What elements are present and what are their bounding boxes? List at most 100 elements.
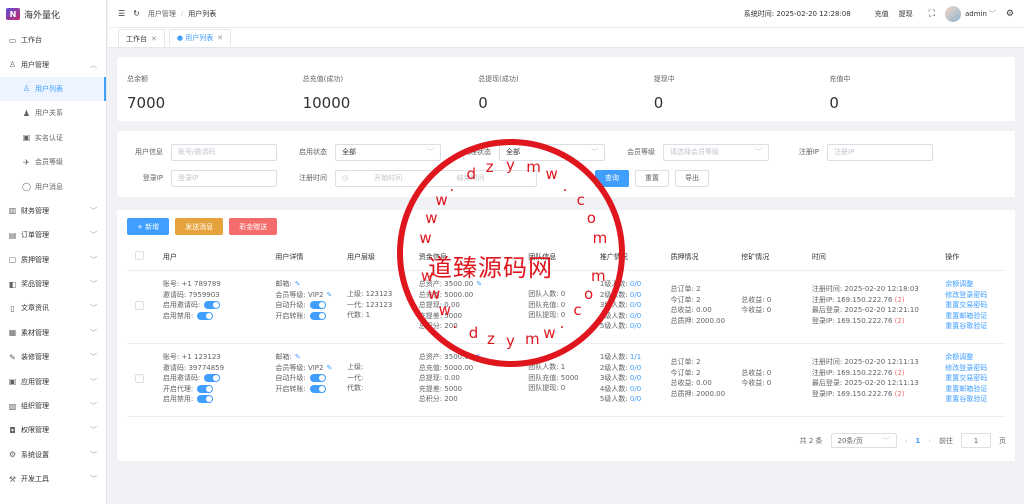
reg-ip-input[interactable]: 注册IP	[827, 143, 933, 161]
promo-link[interactable]: 0/0	[630, 394, 641, 405]
chevron-down-icon: ﹀	[90, 475, 97, 484]
sidebar-item-apps[interactable]: ▣ 应用管理 ﹀	[0, 369, 106, 393]
edit-icon[interactable]: ✎	[476, 279, 482, 290]
sidebar-item-org[interactable]: ▧ 组织管理 ﹀	[0, 394, 106, 418]
row-checkbox[interactable]	[135, 374, 144, 383]
sidebar-item-real-name[interactable]: ▣ 实名认证	[0, 126, 106, 150]
goto-input[interactable]: 1	[961, 433, 991, 448]
promo-link[interactable]: 0/0	[630, 311, 641, 322]
reset-trade-pwd-link[interactable]: 重置交易密码	[945, 300, 1005, 311]
user-name[interactable]: admin	[965, 10, 987, 18]
member-level-select[interactable]: 请选择会员等级 ﹀	[663, 143, 769, 161]
org-icon: ▧	[8, 401, 17, 411]
promo-link[interactable]: 0/0	[630, 290, 641, 301]
sidebar-item-prize[interactable]: ◧ 奖品管理 ﹀	[0, 272, 106, 296]
settings-icon[interactable]: ⚙	[1006, 9, 1014, 19]
page-unit: 页	[999, 436, 1006, 445]
prev-page-icon[interactable]: ‹	[905, 437, 908, 445]
pagination: 共 2 条 20条/页 ﹀ ‹ 1 › 前往 1 页	[800, 433, 1006, 448]
invite-code-toggle[interactable]	[204, 374, 221, 383]
send-message-button[interactable]: 发送消息	[175, 218, 224, 235]
reset-email-link[interactable]: 重置邮箱验证	[945, 311, 1005, 322]
promo-link[interactable]: 0/0	[630, 300, 641, 311]
wallet-icon: ▢	[8, 255, 17, 265]
tags-bar: 工作台 ✕ ● 用户列表 ✕	[108, 28, 1024, 48]
sidebar-item-user-list[interactable]: ♙ 用户列表	[0, 76, 106, 102]
edit-icon[interactable]: ✎	[295, 352, 301, 363]
enable-toggle[interactable]	[197, 311, 214, 320]
close-icon[interactable]: ✕	[151, 35, 157, 43]
top-bar: ☰ ↻ 用户管理 / 用户列表 系统时间: 2025-02-20 12:28:08 …	[108, 0, 1024, 28]
chevron-down-icon: ﹀	[90, 231, 97, 240]
sidebar-item-dashboard[interactable]: ▭ 工作台	[0, 28, 106, 52]
auto-upgrade-toggle[interactable]	[309, 374, 326, 383]
chevron-down-icon[interactable]: ﹀	[989, 9, 996, 19]
sidebar-item-devtools[interactable]: ⚒ 开发工具 ﹀	[0, 467, 106, 491]
reset-email-link[interactable]: 重置邮箱验证	[945, 384, 1005, 395]
agent-toggle[interactable]	[197, 384, 214, 393]
gift-bonus-button[interactable]: 彩金赠送	[229, 218, 278, 235]
invite-code-toggle[interactable]	[204, 301, 221, 310]
promo-link[interactable]: 0/0	[630, 363, 641, 374]
refresh-icon[interactable]: ↻	[133, 9, 140, 18]
user-info-input[interactable]: 账号/邀请码	[171, 143, 277, 161]
transfer-toggle[interactable]	[309, 311, 326, 320]
tab-dashboard[interactable]: 工作台 ✕	[118, 29, 165, 47]
sidebar-item-user-mgmt[interactable]: ♙ 用户管理 ︿	[0, 52, 106, 76]
recharge-link[interactable]: 充值	[875, 9, 889, 19]
sidebar-item-user-relation[interactable]: ♟ 用户关系	[0, 101, 106, 125]
edit-icon[interactable]: ✎	[476, 352, 482, 363]
balance-adjust-link[interactable]: 余额调整	[945, 279, 1005, 290]
promo-link[interactable]: 1/1	[630, 352, 641, 363]
promo-link[interactable]: 0/0	[630, 321, 641, 332]
row-checkbox[interactable]	[135, 301, 144, 310]
reset-google-link[interactable]: 重置谷歌验证	[945, 321, 1005, 332]
select-all-checkbox[interactable]	[135, 251, 144, 260]
withdraw-link[interactable]: 提现	[899, 9, 913, 19]
close-icon[interactable]: ✕	[217, 34, 223, 42]
sidebar-item-material[interactable]: ▦ 素材管理 ﹀	[0, 321, 106, 345]
next-page-icon[interactable]: ›	[928, 437, 931, 445]
clock-icon: ◷	[342, 174, 349, 182]
promo-link[interactable]: 0/0	[630, 373, 641, 384]
sidebar-item-user-message[interactable]: ◯ 用户消息	[0, 174, 106, 198]
sidebar-item-articles[interactable]: ▯ 文章资讯 ﹀	[0, 296, 106, 320]
reg-time-range[interactable]: ◷ 开始时间 - 结束时间	[335, 169, 537, 187]
enable-toggle[interactable]	[197, 395, 214, 404]
promo-link[interactable]: 0/0	[630, 279, 641, 290]
sidebar-item-pledge[interactable]: ▢ 质押管理 ﹀	[0, 248, 106, 272]
edit-icon[interactable]: ✎	[326, 290, 332, 301]
status-select[interactable]: 全部 ﹀	[335, 143, 441, 161]
sidebar-item-permission[interactable]: ◘ 权限管理 ﹀	[0, 418, 106, 442]
avatar[interactable]	[944, 6, 961, 22]
reset-trade-pwd-link[interactable]: 重置交易密码	[945, 373, 1005, 384]
menu-fold-icon[interactable]: ☰	[118, 9, 125, 18]
edit-icon[interactable]: ✎	[295, 279, 301, 290]
change-login-pwd-link[interactable]: 修改登录密码	[945, 363, 1005, 374]
sidebar-item-decoration[interactable]: ✎ 装修管理 ﹀	[0, 345, 106, 369]
agent-select[interactable]: 全部 ﹀	[499, 143, 605, 161]
transfer-toggle[interactable]	[309, 384, 326, 393]
login-ip-input[interactable]: 登录IP	[171, 169, 277, 187]
add-button[interactable]: + 新增	[127, 218, 170, 235]
reset-google-link[interactable]: 重置谷歌验证	[945, 394, 1005, 405]
edit-icon[interactable]: ✎	[326, 363, 332, 374]
promo-link[interactable]: 0/0	[630, 384, 641, 395]
app-logo[interactable]: N 海外量化	[0, 0, 106, 28]
sidebar-item-member-level[interactable]: ✈ 会员等级	[0, 150, 106, 174]
export-button[interactable]: 导出	[675, 169, 709, 187]
auto-upgrade-toggle[interactable]	[309, 301, 326, 310]
change-login-pwd-link[interactable]: 修改登录密码	[945, 290, 1005, 301]
chevron-down-icon: ﹀	[90, 304, 97, 313]
sidebar-item-finance[interactable]: ▥ 财务管理 ﹀	[0, 199, 106, 223]
balance-adjust-link[interactable]: 余额调整	[945, 352, 1005, 363]
breadcrumb-item[interactable]: 用户管理	[148, 10, 176, 18]
page-size-select[interactable]: 20条/页 ﹀	[830, 433, 897, 448]
reset-button[interactable]: 重置	[635, 169, 669, 187]
page-number[interactable]: 1	[915, 437, 920, 445]
fullscreen-icon[interactable]: ⛶	[929, 9, 935, 19]
query-button[interactable]: 查询	[595, 169, 629, 187]
sidebar-item-orders[interactable]: ▤ 订单管理 ﹀	[0, 223, 106, 247]
sidebar-item-settings[interactable]: ⚙ 系统设置 ﹀	[0, 443, 106, 467]
tab-user-list[interactable]: ● 用户列表 ✕	[168, 29, 232, 47]
